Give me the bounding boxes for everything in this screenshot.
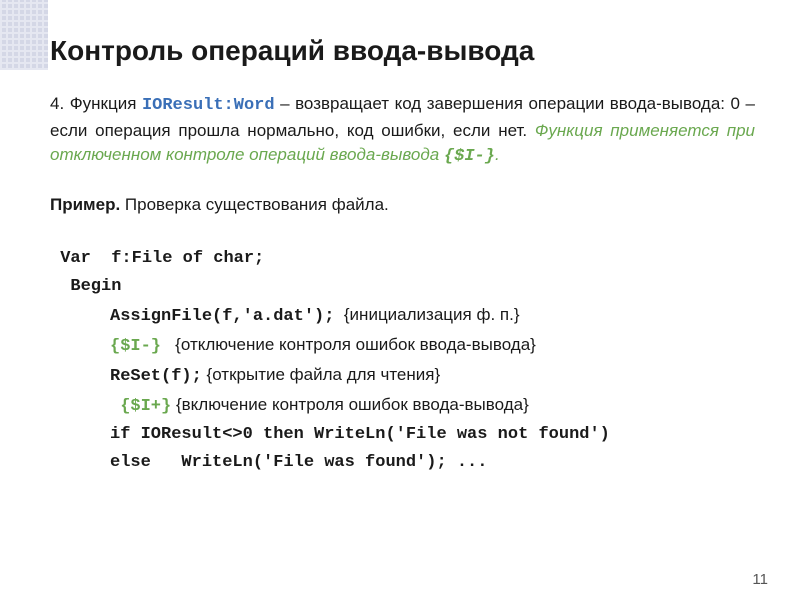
code-l8a: else WriteLn('File was found'); ... [110,453,487,472]
code-l7a: if IOResult<>0 then WriteLn('File was no… [110,425,610,444]
code-l5a: ReSet(f); [110,367,202,386]
code-l4a: {$I-} [110,337,161,356]
code-l1c: ; [254,249,264,268]
example-line: Пример. Проверка существования файла. [50,195,755,215]
code-l2: Begin [50,273,755,301]
page-number: 11 [752,571,768,588]
code-l4: {$I-} {отключение контроля ошибок ввода-… [50,331,755,361]
code-l1: Var f:File of char; [50,245,755,273]
code-l5b: {открытие файла для чтения} [202,365,440,384]
code-l3a: AssignFile(f,'a.dat'); [110,307,334,326]
para-dot: . [495,145,500,164]
example-desc: Проверка существования файла. [120,195,389,214]
para-directive: {$I-} [444,147,495,166]
code-l6b: {включение контроля ошибок ввода-вывода} [171,395,529,414]
code-l5: ReSet(f); {открытие файла для чтения} [50,361,755,391]
para-num: 4. Функция [50,94,142,113]
paragraph-main: 4. Функция IOResult:Word – возвращает ко… [50,92,755,170]
code-block: Var f:File of char; Begin AssignFile(f,'… [50,245,755,477]
code-l1a: Var f: [50,249,132,268]
code-l3b: {инициализация ф. п.} [334,305,519,324]
code-l1b: File of char [132,249,254,268]
corner-decoration [0,0,48,70]
code-l6a: {$I+} [110,397,171,416]
code-l6: {$I+} {включение контроля ошибок ввода-в… [50,391,755,421]
slide-title: Контроль операций ввода-вывода [50,35,755,67]
code-l4b: {отключение контроля ошибок ввода-вывода… [161,335,536,354]
example-label: Пример. [50,195,120,214]
code-l3: AssignFile(f,'a.dat'); {инициализация ф.… [50,301,755,331]
code-l8: else WriteLn('File was found'); ... [50,449,755,477]
code-l7: if IOResult<>0 then WriteLn('File was no… [50,421,755,449]
func-name: IOResult:Word [142,96,275,115]
slide-content: Контроль операций ввода-вывода 4. Функци… [0,0,800,497]
